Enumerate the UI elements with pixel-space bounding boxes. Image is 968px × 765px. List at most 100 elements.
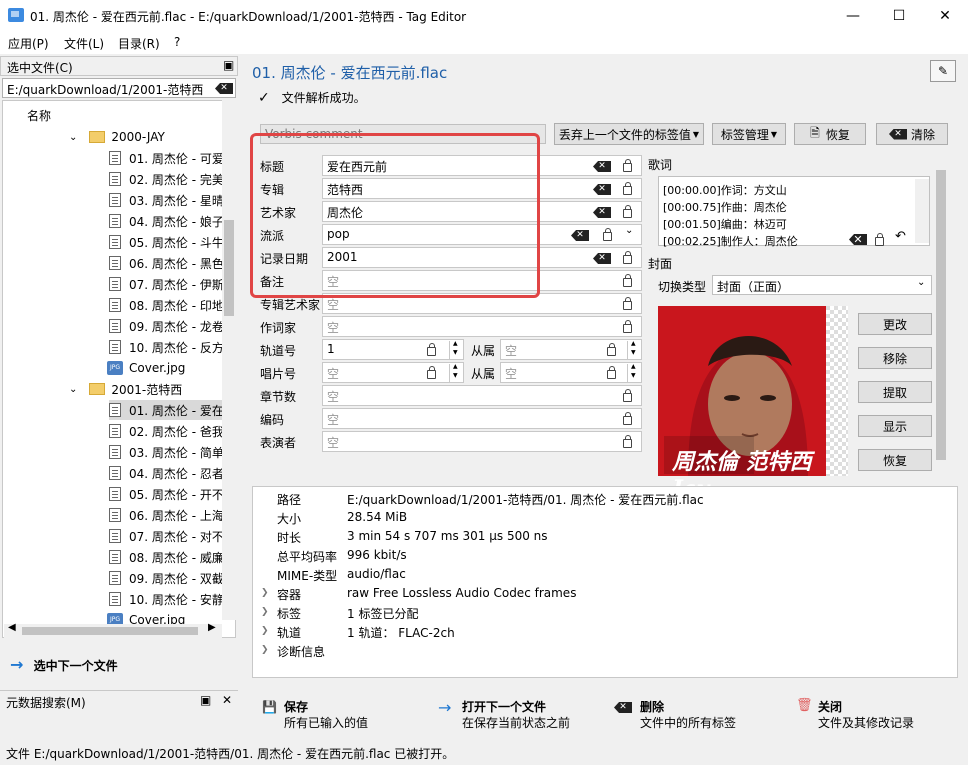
lock-icon[interactable]: [623, 412, 632, 425]
tree-item[interactable]: 05. 周杰伦 - 开不: [109, 484, 235, 504]
file-info-panel[interactable]: 路径 E:/quarkDownload/1/2001-范特西/01. 周杰伦 - …: [252, 486, 958, 678]
lock-icon[interactable]: [875, 233, 884, 246]
discard-prev-values-button[interactable]: 丢弃上一个文件的标签值 ▼: [554, 123, 704, 145]
field-input[interactable]: 空: [322, 316, 642, 337]
tree-item[interactable]: 09. 周杰伦 - 双截: [109, 568, 235, 588]
menu-help[interactable]: ?: [174, 35, 180, 49]
tag-format-select[interactable]: Vorbis comment: [260, 124, 546, 144]
field-input[interactable]: 空: [322, 385, 642, 406]
lock-icon[interactable]: [623, 159, 632, 172]
tree-item[interactable]: 03. 周杰伦 - 简单: [109, 442, 235, 462]
column-header-name[interactable]: 名称: [27, 105, 51, 125]
maximize-button[interactable]: ☐: [876, 0, 922, 32]
undo-icon[interactable]: ↶: [895, 229, 906, 244]
tree-vscroll-thumb[interactable]: [224, 220, 234, 316]
editor-vscroll-thumb[interactable]: [936, 170, 946, 460]
field-input[interactable]: 空: [322, 408, 642, 429]
lock-icon[interactable]: [623, 297, 632, 310]
menu-file[interactable]: 文件(L): [64, 35, 104, 52]
cover-show-button[interactable]: 显示: [858, 415, 932, 437]
field-input[interactable]: 空: [322, 293, 642, 314]
edit-button[interactable]: ✎: [930, 60, 956, 82]
tree-item[interactable]: 07. 周杰伦 - 伊斯: [109, 274, 235, 294]
cover-type-select[interactable]: 封面（正面） ⌄: [712, 275, 932, 295]
spinner[interactable]: [627, 340, 641, 359]
expand-icon[interactable]: ❯: [261, 607, 269, 617]
lock-icon[interactable]: [623, 182, 632, 195]
tree-vscrollbar[interactable]: [222, 100, 236, 620]
tree-item[interactable]: 05. 周杰伦 - 斗牛: [109, 232, 235, 252]
tree-item[interactable]: 01. 周杰伦 - 爱在: [109, 400, 235, 420]
field-input[interactable]: 空: [322, 270, 642, 291]
tree-hscrollbar[interactable]: ◀ ▶: [4, 622, 222, 638]
cover-extract-button[interactable]: 提取: [858, 381, 932, 403]
tree-item[interactable]: 03. 周杰伦 - 星晴: [109, 190, 235, 210]
tree-item[interactable]: 02. 周杰伦 - 爸我: [109, 421, 235, 441]
expand-icon[interactable]: ❯: [261, 645, 269, 655]
expand-icon[interactable]: ❯: [261, 588, 269, 598]
spinner[interactable]: [627, 363, 641, 382]
lock-icon[interactable]: [603, 228, 612, 241]
lock-icon[interactable]: [607, 366, 616, 379]
tree-item[interactable]: 08. 周杰伦 - 印地: [109, 295, 235, 315]
tree-item[interactable]: JPG Cover.jpg: [107, 358, 235, 378]
clear-icon[interactable]: ✕: [593, 184, 611, 195]
tree-item[interactable]: 10. 周杰伦 - 安静: [109, 589, 235, 609]
chevron-down-icon[interactable]: ⌄: [69, 132, 77, 143]
lyrics-box[interactable]: [00:00.00]作词：方文山 [00:00.75]作曲：周杰伦 [00:01…: [658, 176, 930, 248]
chevron-down-icon[interactable]: ⌄: [69, 384, 77, 395]
cover-restore-button[interactable]: 恢复: [858, 449, 932, 471]
lock-icon[interactable]: [427, 343, 436, 356]
cover-change-button[interactable]: 更改: [858, 313, 932, 335]
tree-item[interactable]: 01. 周杰伦 - 可爱: [109, 148, 235, 168]
tree-item[interactable]: 10. 周杰伦 - 反方: [109, 337, 235, 357]
field-input[interactable]: 1: [322, 339, 464, 360]
lock-icon[interactable]: [623, 274, 632, 287]
field-input[interactable]: 爱在西元前 ✕: [322, 155, 642, 176]
chevron-down-icon[interactable]: ⌄: [625, 225, 633, 236]
menu-directory[interactable]: 目录(R): [118, 35, 160, 52]
tree-item[interactable]: 04. 周杰伦 - 娘子: [109, 211, 235, 231]
clear-icon[interactable]: ✕: [593, 253, 611, 264]
clear-icon[interactable]: ✕: [571, 230, 589, 241]
field-input[interactable]: 周杰伦 ✕: [322, 201, 642, 222]
clear-icon[interactable]: ✕: [593, 207, 611, 218]
field-input[interactable]: pop ✕ ⌄: [322, 224, 642, 245]
tree-item[interactable]: 09. 周杰伦 - 龙卷: [109, 316, 235, 336]
tree-item[interactable]: 06. 周杰伦 - 黑色: [109, 253, 235, 273]
tag-management-button[interactable]: 标签管理 ▼: [712, 123, 786, 145]
field-input[interactable]: 2001 ✕: [322, 247, 642, 268]
close-icon[interactable]: ✕: [222, 693, 232, 707]
scroll-right-icon[interactable]: ▶: [208, 622, 216, 633]
field-input[interactable]: 空: [322, 362, 464, 383]
minimize-button[interactable]: —: [830, 0, 876, 32]
lock-icon[interactable]: [623, 435, 632, 448]
field-input[interactable]: 空: [322, 431, 642, 452]
lock-icon[interactable]: [623, 320, 632, 333]
expand-icon[interactable]: ❯: [261, 626, 269, 636]
field-of-input[interactable]: 空: [500, 339, 642, 360]
lyrics-scrollbar[interactable]: [915, 179, 929, 243]
tree-item[interactable]: ⌄ 2000-JAY: [69, 127, 235, 147]
clear-path-icon[interactable]: ✕: [215, 83, 233, 94]
tree-item[interactable]: 04. 周杰伦 - 忍者: [109, 463, 235, 483]
field-input[interactable]: 范特西 ✕: [322, 178, 642, 199]
tree-item[interactable]: 02. 周杰伦 - 完美: [109, 169, 235, 189]
tree-item[interactable]: 08. 周杰伦 - 威廉: [109, 547, 235, 567]
clear-icon[interactable]: ✕: [849, 234, 867, 245]
tree-item[interactable]: 06. 周杰伦 - 上海: [109, 505, 235, 525]
float-icon[interactable]: ▣: [200, 693, 211, 707]
tree-hscroll-thumb[interactable]: [22, 627, 198, 635]
close-window-button[interactable]: ✕: [922, 0, 968, 32]
path-input[interactable]: E:/quarkDownload/1/2001-范特西 ✕: [2, 78, 236, 98]
spinner[interactable]: [449, 363, 463, 382]
tree-item[interactable]: ⌄ 2001-范特西: [69, 379, 235, 399]
lock-icon[interactable]: [623, 205, 632, 218]
menu-app[interactable]: 应用(P): [8, 35, 49, 52]
tree-item[interactable]: 07. 周杰伦 - 对不: [109, 526, 235, 546]
lock-icon[interactable]: [427, 366, 436, 379]
file-tree[interactable]: 名称 ⌃ ⌄ 2000-JAY 01. 周杰伦 - 可爱 02. 周杰伦 - 完美 03…: [2, 100, 236, 638]
clear-icon[interactable]: ✕: [593, 161, 611, 172]
lock-icon[interactable]: [607, 343, 616, 356]
editor-vscrollbar[interactable]: [934, 154, 948, 474]
